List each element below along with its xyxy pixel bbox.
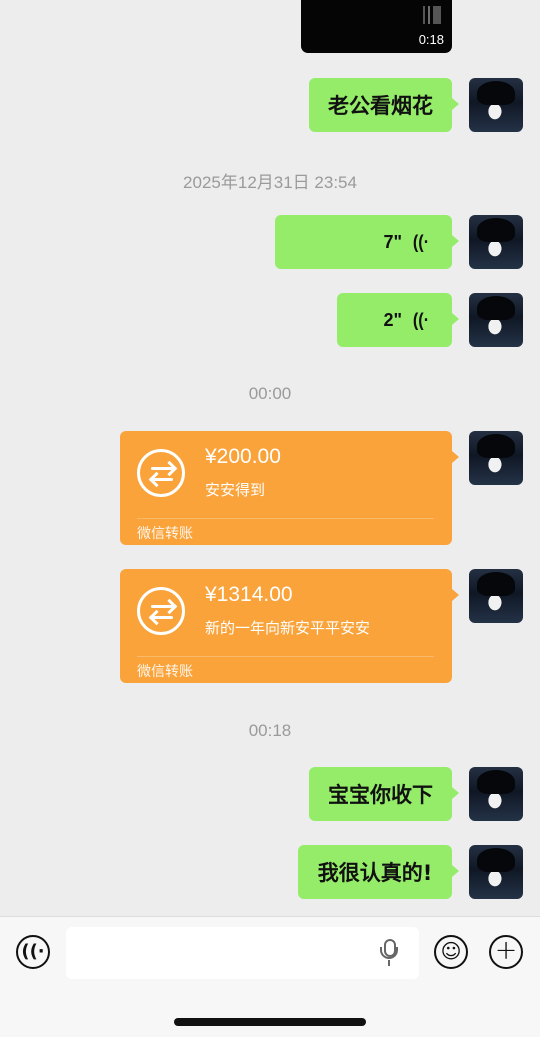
voice-wave-icon: ((·	[412, 231, 430, 252]
emoji-button[interactable]: ☺	[434, 935, 468, 969]
plus-icon: +	[494, 935, 518, 966]
message-input[interactable]	[66, 927, 419, 979]
user-avatar[interactable]	[469, 845, 523, 899]
video-duration: 0:18	[418, 32, 444, 47]
more-options-button[interactable]: +	[489, 935, 523, 969]
wechat-transfer-card[interactable]: ¥200.00 安安得到 微信转账	[120, 431, 459, 545]
transfer-divider	[137, 518, 434, 519]
video-thumbnail[interactable]: 0:18	[301, 0, 452, 53]
transfer-label: 微信转账	[137, 526, 193, 542]
voice-wave-icon: ((·	[412, 309, 430, 330]
message-bubble-text[interactable]: 宝宝你收下	[309, 767, 459, 821]
voice-message-bubble[interactable]: 2" ((·	[337, 293, 459, 347]
voice-duration: 2"	[383, 309, 403, 330]
transfer-divider	[137, 656, 434, 657]
message-text: 宝宝你收下	[328, 783, 433, 807]
voice-input-button[interactable]: ((·	[16, 935, 50, 969]
emoji-icon: ☺	[440, 939, 462, 963]
user-avatar[interactable]	[469, 78, 523, 132]
transfer-memo: 安安得到	[205, 481, 266, 499]
user-avatar[interactable]	[469, 215, 523, 269]
user-avatar[interactable]	[469, 569, 523, 623]
message-text: 我很认真的!	[317, 861, 433, 885]
message-text: 老公看烟花	[328, 94, 433, 118]
microphone-stem	[388, 960, 390, 966]
transfer-icon	[137, 587, 185, 635]
transfer-memo: 新的一年向新安平平安安	[205, 619, 371, 637]
voice-message-bubble[interactable]: 7" ((·	[275, 215, 459, 269]
voice-icon: ((·	[21, 941, 45, 962]
user-avatar[interactable]	[469, 293, 523, 347]
transfer-amount: ¥1314.00	[205, 583, 293, 606]
message-timestamp: 00:00	[248, 384, 292, 403]
transfer-amount: ¥200.00	[205, 445, 281, 468]
home-indicator	[174, 1018, 366, 1026]
voice-duration: 7"	[383, 231, 403, 252]
transfer-label: 微信转账	[137, 664, 193, 680]
message-timestamp: 00:18	[248, 721, 292, 740]
message-bubble-text[interactable]: 老公看烟花	[309, 78, 459, 132]
user-avatar[interactable]	[469, 431, 523, 485]
message-timestamp: 2025年12月31日 23:54	[183, 173, 357, 192]
transfer-icon	[137, 449, 185, 497]
wechat-transfer-card[interactable]: ¥1314.00 新的一年向新安平平安安 微信转账	[120, 569, 459, 683]
message-bubble-text[interactable]: 我很认真的!	[298, 845, 459, 899]
user-avatar[interactable]	[469, 767, 523, 821]
